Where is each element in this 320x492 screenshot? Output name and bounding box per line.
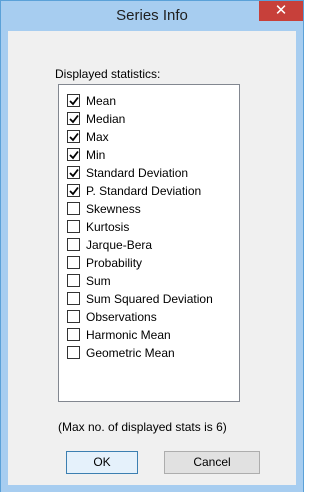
- checkbox-unchecked-icon[interactable]: [67, 292, 80, 305]
- checkbox-unchecked-icon[interactable]: [67, 274, 80, 287]
- statistics-checklist: Mean Median Max Min Standard Deviation P. Sta…: [58, 84, 240, 402]
- ok-button[interactable]: OK: [66, 451, 138, 474]
- stat-checkbox-row[interactable]: Sum Squared Deviation: [67, 290, 213, 307]
- stat-checkbox-row[interactable]: Observations: [67, 308, 157, 325]
- stat-checkbox-row[interactable]: Median: [67, 110, 125, 127]
- stat-label: Geometric Mean: [86, 345, 175, 360]
- stat-checkbox-row[interactable]: Sum: [67, 272, 111, 289]
- stat-label: Standard Deviation: [86, 165, 189, 180]
- stat-label: Jarque-Bera: [86, 237, 153, 252]
- max-stats-note: (Max no. of displayed stats is 6): [58, 420, 227, 434]
- checkbox-checked-icon[interactable]: [67, 184, 80, 197]
- stat-checkbox-row[interactable]: Standard Deviation: [67, 164, 188, 181]
- stat-label: Max: [86, 129, 109, 144]
- stat-checkbox-row[interactable]: Jarque-Bera: [67, 236, 152, 253]
- stat-checkbox-row[interactable]: Probability: [67, 254, 142, 271]
- window-frame-bottom: [1, 485, 303, 492]
- dialog-title: Series Info: [116, 7, 188, 24]
- stat-label: Min: [86, 147, 106, 162]
- window-frame-right: [296, 31, 303, 486]
- stat-label: Probability: [86, 255, 143, 270]
- stat-label: Kurtosis: [86, 219, 130, 234]
- check-mark-icon: [68, 150, 79, 159]
- stat-label: Sum Squared Deviation: [86, 291, 213, 306]
- checkbox-unchecked-icon[interactable]: [67, 220, 80, 233]
- checkbox-checked-icon[interactable]: [67, 148, 80, 161]
- check-mark-icon: [68, 132, 79, 141]
- stat-checkbox-row[interactable]: P. Standard Deviation: [67, 182, 201, 199]
- stat-label: Skewness: [86, 201, 141, 216]
- displayed-statistics-label: Displayed statistics:: [55, 67, 161, 81]
- close-icon: ✕: [274, 2, 288, 19]
- stat-label: Harmonic Mean: [86, 327, 171, 342]
- stat-label: Observations: [86, 309, 157, 324]
- stat-checkbox-row[interactable]: Mean: [67, 92, 116, 109]
- stat-label: Mean: [86, 93, 117, 108]
- checkbox-checked-icon[interactable]: [67, 112, 80, 125]
- checkbox-checked-icon[interactable]: [67, 94, 80, 107]
- stat-checkbox-row[interactable]: Skewness: [67, 200, 141, 217]
- checkbox-unchecked-icon[interactable]: [67, 346, 80, 359]
- cancel-button[interactable]: Cancel: [164, 451, 260, 474]
- stat-label: P. Standard Deviation: [86, 183, 202, 198]
- stat-label: Sum: [86, 273, 111, 288]
- checkbox-unchecked-icon[interactable]: [67, 310, 80, 323]
- stat-checkbox-row[interactable]: Kurtosis: [67, 218, 129, 235]
- checkbox-unchecked-icon[interactable]: [67, 256, 80, 269]
- series-info-dialog: Series Info ✕ Displayed statistics: Mean…: [0, 0, 304, 492]
- stat-checkbox-row[interactable]: Harmonic Mean: [67, 326, 171, 343]
- checkbox-unchecked-icon[interactable]: [67, 202, 80, 215]
- stat-label: Median: [86, 111, 126, 126]
- checkbox-checked-icon[interactable]: [67, 130, 80, 143]
- checkbox-unchecked-icon[interactable]: [67, 238, 80, 251]
- checkbox-unchecked-icon[interactable]: [67, 328, 80, 341]
- stat-checkbox-row[interactable]: Geometric Mean: [67, 344, 175, 361]
- check-mark-icon: [68, 168, 79, 177]
- stat-checkbox-row[interactable]: Max: [67, 128, 109, 145]
- check-mark-icon: [68, 114, 79, 123]
- check-mark-icon: [68, 186, 79, 195]
- checkbox-checked-icon[interactable]: [67, 166, 80, 179]
- close-button[interactable]: ✕: [259, 1, 303, 21]
- window-frame-left: [1, 31, 8, 486]
- check-mark-icon: [68, 96, 79, 105]
- stat-checkbox-row[interactable]: Min: [67, 146, 105, 163]
